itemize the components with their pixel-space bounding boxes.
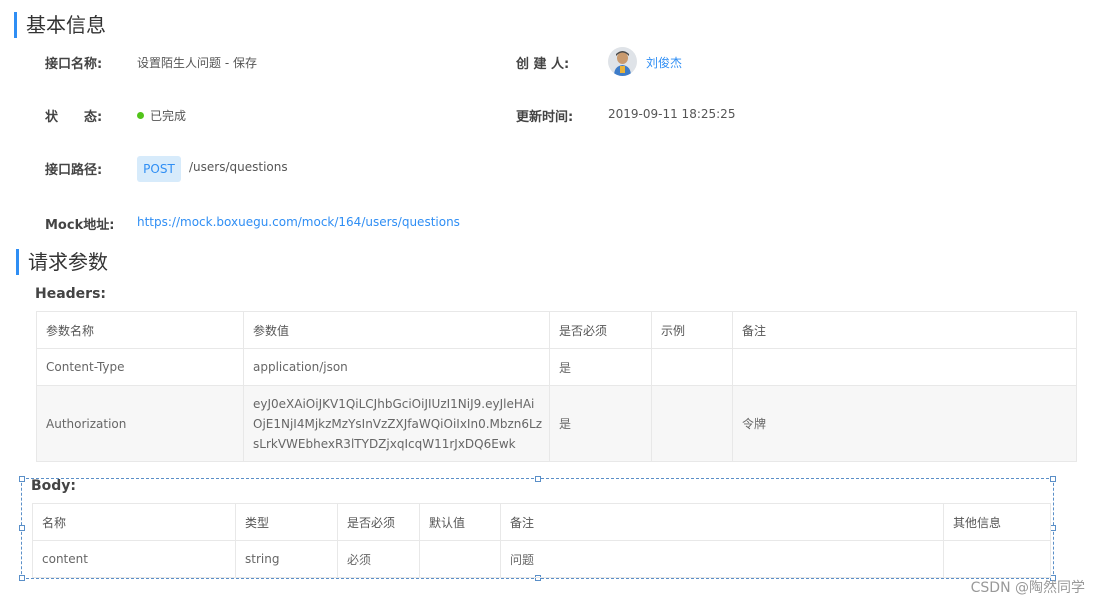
table-cell: 是 (549, 348, 652, 386)
avatar-icon (608, 47, 637, 76)
headers-label: Headers: (35, 286, 107, 302)
updated-value: 2019-09-11 18:25:25 (608, 107, 736, 121)
table-cell (651, 348, 733, 386)
api-name-value: 设置陌生人问题 - 保存 (137, 56, 257, 70)
headers-table: 参数名称 参数值 是否必须 示例 备注 Content-Type applica… (36, 311, 1077, 462)
section-title-request: 请求参数 (16, 249, 108, 275)
resize-handle[interactable] (19, 525, 25, 531)
table-cell (943, 540, 1051, 578)
table-header-row: 名称 类型 是否必须 默认值 备注 其他信息 (32, 503, 1051, 541)
table-cell: Content-Type (36, 348, 244, 386)
mock-label: Mock地址: (45, 218, 115, 233)
table-cell: 令牌 (732, 385, 1077, 462)
resize-handle[interactable] (19, 575, 25, 581)
resize-handle[interactable] (535, 476, 541, 482)
resize-handle[interactable] (19, 476, 25, 482)
token-cell: eyJ0eXAiOiJKV1QiLCJhbGciOiJIUzI1NiJ9.eyJ… (243, 385, 550, 462)
column-header: 参数值 (243, 311, 550, 349)
table-cell: content (32, 540, 236, 578)
table-cell: Authorization (36, 385, 244, 462)
mock-url-link[interactable]: https://mock.boxuegu.com/mock/164/users/… (137, 215, 460, 229)
column-header: 备注 (732, 311, 1077, 349)
table-cell: string (235, 540, 338, 578)
table-row: Authorization eyJ0eXAiOiJKV1QiLCJhbGciOi… (36, 385, 1077, 462)
updated-label: 更新时间: (516, 110, 574, 125)
column-header: 默认值 (419, 503, 501, 541)
column-header: 其他信息 (943, 503, 1051, 541)
section-title-basic: 基本信息 (14, 12, 106, 38)
body-table: 名称 类型 是否必须 默认值 备注 其他信息 content string 必须… (32, 503, 1051, 578)
method-badge: POST (137, 156, 181, 182)
path-value: /users/questions (189, 160, 288, 174)
column-header: 示例 (651, 311, 733, 349)
table-cell (732, 348, 1077, 386)
body-label: Body: (31, 478, 77, 494)
column-header: 类型 (235, 503, 338, 541)
column-header: 备注 (500, 503, 944, 541)
path-label: 接口路径: (45, 163, 103, 178)
creator-label: 创 建 人: (516, 57, 570, 72)
table-cell: 是 (549, 385, 652, 462)
status-dot-icon (137, 112, 144, 119)
table-cell (419, 540, 501, 578)
column-header: 名称 (32, 503, 236, 541)
table-row: content string 必须 问题 (32, 540, 1051, 578)
watermark: CSDN @陶然同学 (970, 580, 1085, 596)
table-cell: 问题 (500, 540, 944, 578)
column-header: 是否必须 (337, 503, 420, 541)
status-value: 已完成 (137, 107, 186, 124)
column-header: 参数名称 (36, 311, 244, 349)
table-header-row: 参数名称 参数值 是否必须 示例 备注 (36, 311, 1077, 349)
creator-avatar[interactable] (608, 47, 637, 76)
status-label: 状 态: (45, 110, 103, 125)
table-cell: 必须 (337, 540, 420, 578)
resize-handle[interactable] (1050, 476, 1056, 482)
table-cell: application/json (243, 348, 550, 386)
column-header: 是否必须 (549, 311, 652, 349)
creator-link[interactable]: 刘俊杰 (646, 54, 682, 71)
api-name-label: 接口名称: (45, 57, 103, 72)
status-text: 已完成 (150, 109, 187, 123)
table-row: Content-Type application/json 是 (36, 348, 1077, 386)
table-cell (651, 385, 733, 462)
